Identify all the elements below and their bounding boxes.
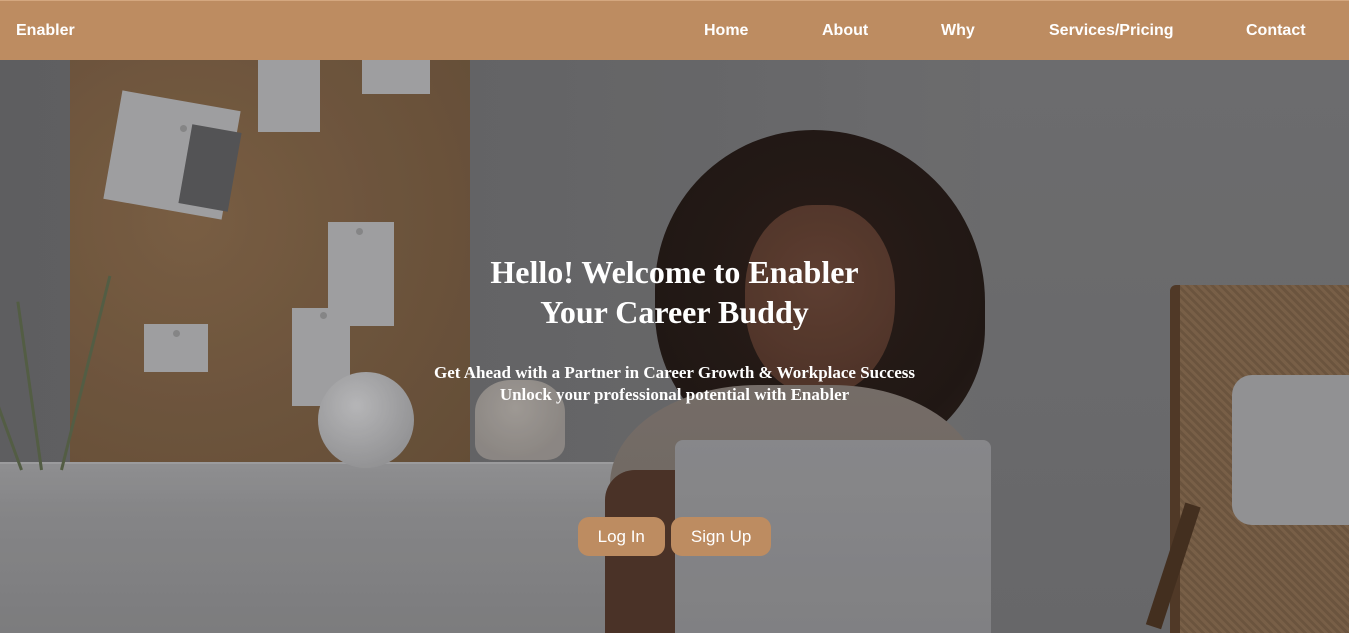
hero-cta-row: Log In Sign Up: [0, 517, 1349, 556]
nav-link-why[interactable]: Why: [941, 1, 975, 61]
nav-link-services-pricing[interactable]: Services/Pricing: [1049, 1, 1174, 61]
nav-link-about[interactable]: About: [822, 1, 868, 61]
hero-subtitle-line-1: Get Ahead with a Partner in Career Growt…: [433, 363, 915, 382]
brand-logo-link[interactable]: Enabler: [16, 1, 75, 61]
hero-title-line-1: Hello! Welcome to Enabler: [490, 254, 859, 290]
login-button[interactable]: Log In: [577, 517, 665, 556]
nav-link-home[interactable]: Home: [704, 1, 748, 61]
hero-content: Hello! Welcome to Enabler Your Career Bu…: [0, 252, 1349, 406]
hero-title: Hello! Welcome to Enabler Your Career Bu…: [0, 252, 1349, 332]
signup-button[interactable]: Sign Up: [670, 517, 772, 556]
top-navbar: Enabler Home About Why Services/Pricing …: [0, 0, 1349, 60]
nav-link-contact[interactable]: Contact: [1246, 1, 1306, 61]
hero-subtitle: Get Ahead with a Partner in Career Growt…: [0, 362, 1349, 406]
landing-page: Enabler Home About Why Services/Pricing …: [0, 0, 1349, 633]
hero-subtitle-line-2: Unlock your professional potential with …: [499, 385, 850, 404]
hero-title-line-2: Your Career Buddy: [540, 294, 809, 330]
